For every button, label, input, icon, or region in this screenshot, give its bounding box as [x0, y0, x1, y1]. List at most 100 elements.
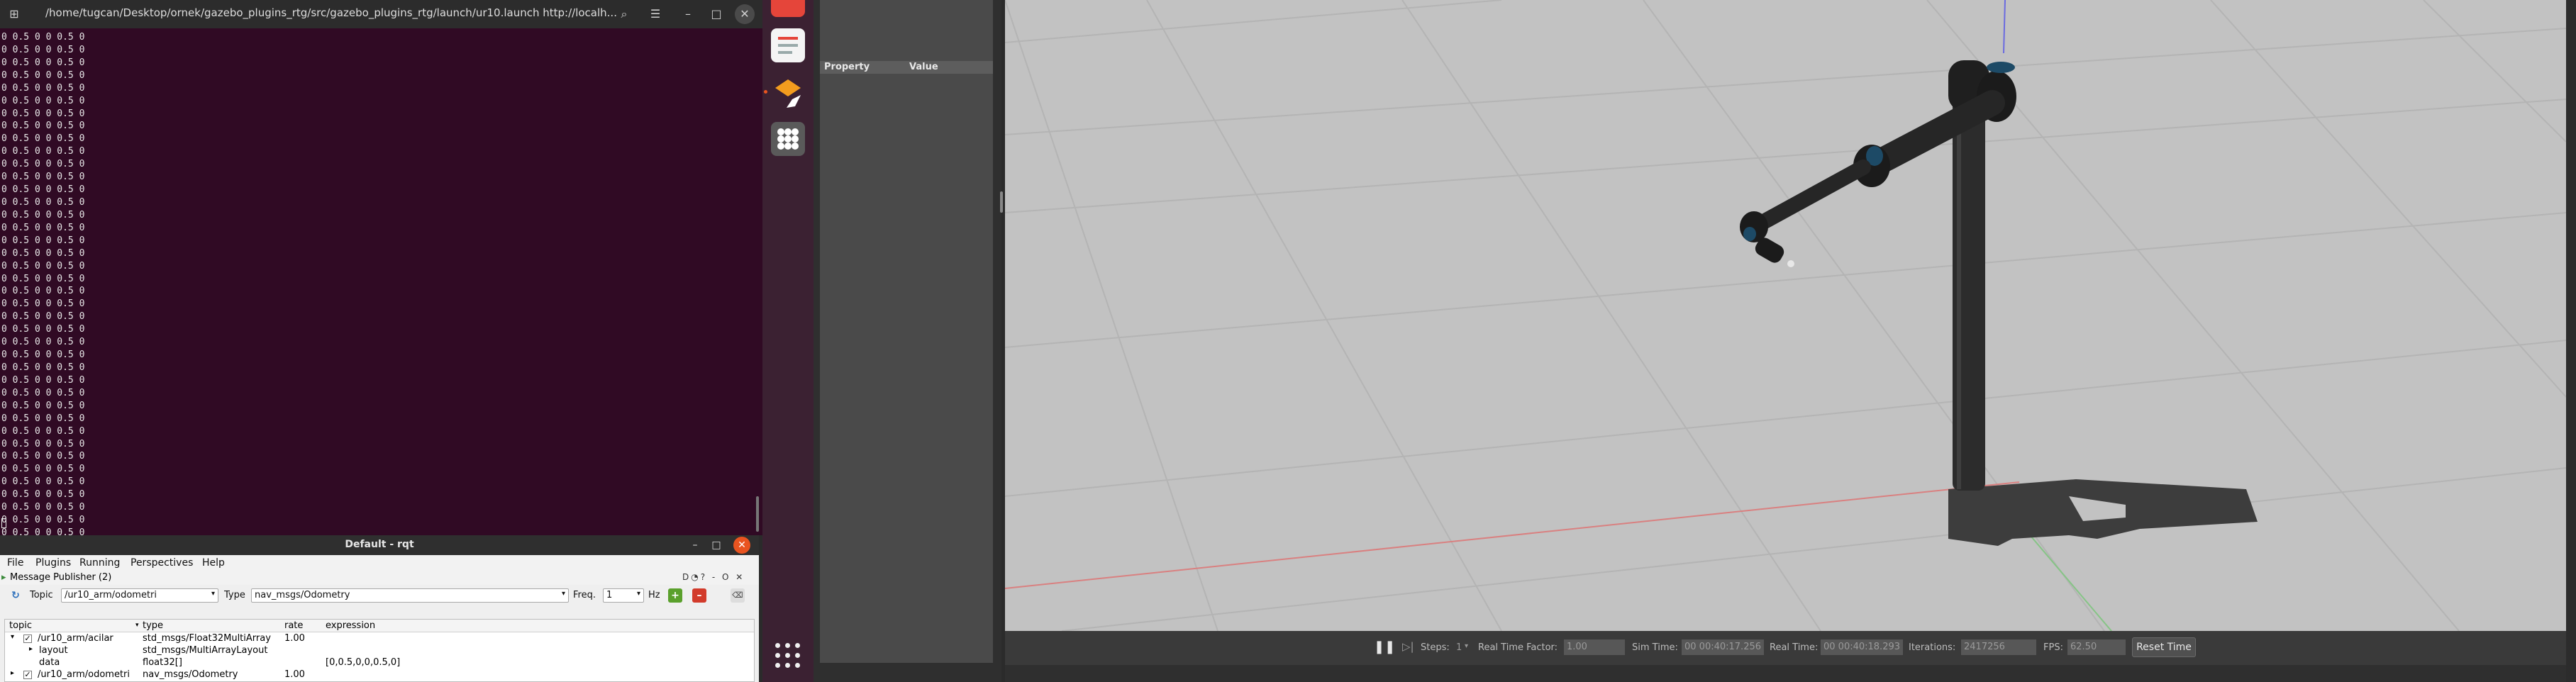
terminal-line: 0 0.5 0 0 0.5 0 — [1, 108, 85, 119]
add-publisher-button[interactable]: + — [668, 588, 682, 603]
expand-icon[interactable]: ▸ — [29, 645, 33, 653]
property-panel[interactable]: Property Value — [820, 0, 993, 663]
topic-combobox[interactable]: /ur10_arm/odometri ▾ — [61, 588, 218, 603]
terminal-line: 0 0.5 0 0 0.5 0 — [1, 69, 85, 81]
menu-icon[interactable]: ☰ — [645, 4, 665, 24]
fps-value: 62.50 — [2067, 639, 2126, 655]
steps-value[interactable]: 1 — [1456, 642, 1462, 653]
col-property: Property — [824, 62, 870, 72]
rqt-titlebar[interactable]: Default - rqt – □ ✕ — [0, 535, 759, 555]
terminal-title: /home/tugcan/Desktop/ornek/gazebo_plugin… — [45, 6, 617, 19]
table-row[interactable]: ▸ layout std_msgs/MultiArrayLayout — [5, 645, 754, 657]
panel-splitter-handle[interactable] — [1000, 191, 1003, 213]
table-row[interactable]: ▸ ✓ /ur10_arm/odometri nav_msgs/Odometry… — [5, 669, 754, 681]
expand-icon[interactable]: ▾ — [11, 633, 14, 641]
terminal-line: 0 0.5 0 0 0.5 0 — [1, 247, 85, 259]
chevron-down-icon[interactable]: ▾ — [1465, 642, 1468, 650]
close-icon[interactable]: ✕ — [735, 4, 755, 24]
freq-value: 1 — [606, 590, 613, 600]
minimize-icon[interactable]: – — [678, 4, 698, 24]
type-value: nav_msgs/Odometry — [255, 590, 350, 600]
gazebo-right-panel-edge[interactable] — [2566, 0, 2576, 682]
table-row[interactable]: ▾ ✓ /ur10_arm/acilar std_msgs/Float32Mul… — [5, 633, 754, 645]
terminal-line: 0 0.5 0 0 0.5 0 — [1, 324, 85, 335]
terminal-line: 0 0.5 0 0 0.5 0 — [1, 273, 85, 284]
terminal-line: 0 0.5 0 0 0.5 0 — [1, 286, 85, 297]
terminal-scrollbar[interactable] — [756, 496, 759, 532]
plugin-handle-icon[interactable]: ▸ — [1, 572, 6, 583]
terminal-line: 0 0.5 0 0 0.5 0 — [1, 350, 85, 361]
row-rate: 1.00 — [284, 669, 305, 680]
show-applications-icon[interactable] — [774, 642, 802, 670]
row-expression[interactable]: [0,0.5,0,0,0.5,0] — [326, 657, 400, 668]
col-type[interactable]: type — [143, 620, 163, 631]
menu-file[interactable]: File — [7, 557, 23, 569]
terminal-line: 0 0.5 0 0 0.5 0 — [1, 172, 85, 183]
remove-publisher-button[interactable]: – — [692, 588, 706, 603]
maximize-icon[interactable]: □ — [708, 537, 725, 554]
col-rate[interactable]: rate — [284, 620, 303, 631]
menu-perspectives[interactable]: Perspectives — [131, 557, 193, 569]
minimize-icon[interactable]: – — [687, 537, 704, 554]
chevron-down-icon: ▾ — [561, 590, 565, 598]
text-editor-icon[interactable] — [771, 28, 805, 62]
desktop: ⊞ /home/tugcan/Desktop/ornek/gazebo_plug… — [0, 0, 2576, 682]
terminal-line: 0 0.5 0 0 0.5 0 — [1, 425, 85, 437]
row-type: nav_msgs/Odometry — [143, 669, 238, 680]
pause-icon[interactable]: ❚❚ — [1374, 639, 1395, 654]
terminal-line: 0 0.5 0 0 0.5 0 — [1, 260, 85, 272]
expand-icon[interactable]: ▸ — [11, 669, 14, 677]
terminal-window[interactable]: ⊞ /home/tugcan/Desktop/ornek/gazebo_plug… — [0, 0, 762, 538]
clear-button[interactable]: ⌫ — [731, 588, 745, 603]
publisher-config-row: ↻ Topic /ur10_arm/odometri ▾ Type nav_ms… — [0, 586, 759, 606]
maximize-icon[interactable]: □ — [706, 4, 726, 24]
enable-checkbox[interactable]: ✓ — [23, 671, 32, 679]
freq-spinbox[interactable]: 1 ▾ — [603, 588, 644, 603]
type-combobox[interactable]: nav_msgs/Odometry ▾ — [251, 588, 569, 603]
rqt-title: Default - rqt — [345, 539, 414, 550]
plugin-title: Message Publisher (2) — [10, 572, 112, 583]
gazebo-3d-viewport[interactable] — [1005, 0, 2566, 631]
enable-checkbox[interactable]: ✓ — [23, 635, 32, 643]
plugin-controls[interactable]: D◔? - O ✕ — [682, 572, 745, 582]
table-row[interactable]: data float32[] [0,0.5,0,0,0.5,0] — [5, 657, 754, 669]
terminal-line: 0 0.5 0 0 0.5 0 — [1, 438, 85, 449]
real-time-label: Real Time: — [1770, 642, 1819, 653]
step-icon[interactable]: ▷| — [1402, 640, 1414, 653]
col-topic[interactable]: topic — [9, 620, 32, 631]
new-tab-icon[interactable]: ⊞ — [4, 4, 24, 24]
real-time-value: 00 00:40:18.293 — [1821, 639, 1903, 655]
sim-time-label: Sim Time: — [1632, 642, 1678, 653]
col-expression[interactable]: expression — [326, 620, 375, 631]
row-rate: 1.00 — [284, 633, 305, 644]
search-icon[interactable]: ⌕ — [614, 4, 634, 24]
menu-plugins[interactable]: Plugins — [35, 557, 71, 569]
terminal-line: 0 0.5 0 0 0.5 0 — [1, 196, 85, 208]
publisher-tree-header: topic ▾ type rate expression — [5, 620, 754, 632]
row-topic: data — [39, 657, 60, 668]
menu-running[interactable]: Running — [79, 557, 120, 569]
menu-bar: File Plugins Running Perspectives Help — [0, 555, 759, 571]
terminal-titlebar[interactable]: ⊞ /home/tugcan/Desktop/ornek/gazebo_plug… — [0, 0, 762, 28]
plugin-header: ▸ Message Publisher (2) D◔? - O ✕ — [0, 571, 759, 585]
dock-app-icon[interactable] — [771, 0, 805, 17]
terminal-line: 0 0.5 0 0 0.5 0 — [1, 400, 85, 411]
rqt-window[interactable]: Default - rqt – □ ✕ File Plugins Running… — [0, 535, 759, 682]
property-header: Property Value — [820, 61, 993, 74]
rqt-app-icon[interactable] — [771, 122, 805, 156]
refresh-icon[interactable]: ↻ — [9, 588, 23, 603]
type-label: Type — [224, 590, 245, 600]
running-indicator — [764, 90, 767, 94]
terminal-line: 0 0.5 0 0 0.5 0 — [1, 298, 85, 310]
reset-time-button[interactable]: Reset Time — [2132, 637, 2196, 657]
iterations-label: Iterations: — [1909, 642, 1956, 653]
publisher-tree[interactable]: topic ▾ type rate expression ▾ ✓ /ur10_a… — [4, 619, 755, 682]
close-icon[interactable]: ✕ — [733, 537, 750, 554]
terminal-line: 0 0.5 0 0 0.5 0 — [1, 57, 85, 68]
menu-help[interactable]: Help — [202, 557, 225, 569]
row-type: std_msgs/MultiArrayLayout — [143, 645, 268, 656]
terminal-line: 0 0.5 0 0 0.5 0 — [1, 159, 85, 170]
terminal-line: 0 0.5 0 0 0.5 0 — [1, 502, 85, 513]
terminal-line: 0 0.5 0 0 0.5 0 — [1, 515, 85, 526]
gazebo-icon[interactable] — [771, 75, 805, 109]
